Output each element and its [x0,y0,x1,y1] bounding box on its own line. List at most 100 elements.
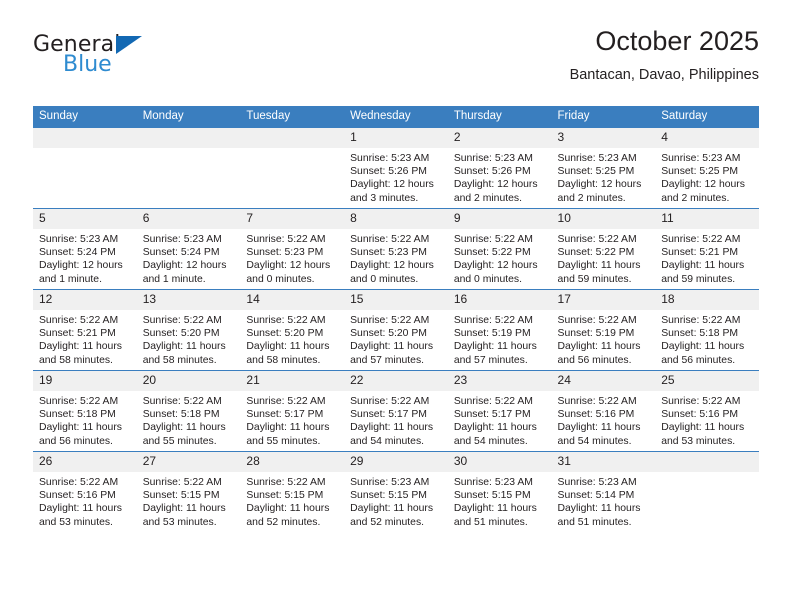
day-cell[interactable]: 6 Sunrise: 5:23 AM Sunset: 5:24 PM Daylight… [136,208,241,290]
daylight-text: Daylight: 11 hours and 56 minutes. [661,341,745,366]
day-details: Sunrise: 5:22 AM Sunset: 5:22 PM Daylight:… [448,229,552,286]
sunset-text: Sunset: 5:17 PM [350,409,427,421]
sunrise-text: Sunrise: 5:22 AM [246,315,326,326]
sunrise-text: Sunrise: 5:22 AM [453,396,533,407]
day-number: 8 [344,209,448,229]
day-cell[interactable]: 15 Sunrise: 5:22 AM Sunset: 5:20 PM Dayligh… [344,289,448,371]
sunset-text: Sunset: 5:14 PM [557,490,635,502]
day-number: 2 [447,128,552,148]
day-cell[interactable]: 13 Sunrise: 5:22 AM Sunset: 5:20 PM Dayligh… [136,289,241,371]
day-details: Sunrise: 5:22 AM Sunset: 5:15 PM Daylight:… [240,472,344,529]
day-number [33,128,137,148]
sunrise-sunset-calendar: Sunday Monday Tuesday Wednesday Thursday Frid… [33,106,759,532]
day-number: 31 [551,452,656,472]
sunset-text: Sunset: 5:19 PM [557,328,635,340]
day-cell-empty [240,127,345,209]
sunrise-text: Sunrise: 5:22 AM [142,315,222,326]
day-cell[interactable]: 19 Sunrise: 5:22 AM Sunset: 5:18 PM Dayligh… [33,370,137,452]
day-cell[interactable]: 21 Sunrise: 5:22 AM Sunset: 5:17 PM Dayligh… [240,370,345,452]
logo-text-blue: Blue [63,52,112,77]
sunrise-text: Sunrise: 5:22 AM [453,315,533,326]
calendar-header-row: Sunday Monday Tuesday Wednesday Thursday Frid… [33,106,759,128]
day-number: 3 [551,128,656,148]
daylight-text: Daylight: 11 hours and 59 minutes. [661,260,745,285]
sunset-text: Sunset: 5:15 PM [246,490,324,502]
sunrise-text: Sunrise: 5:23 AM [142,234,222,245]
daylight-text: Daylight: 11 hours and 54 minutes. [557,422,641,447]
day-cell[interactable]: 24 Sunrise: 5:22 AM Sunset: 5:16 PM Dayligh… [551,370,656,452]
sunrise-text: Sunrise: 5:22 AM [142,477,222,488]
day-cell[interactable]: 1 Sunrise: 5:23 AM Sunset: 5:26 PM Daylight… [344,127,448,209]
calendar-week-row: 1 Sunrise: 5:23 AM Sunset: 5:26 PM Daylight… [33,127,759,209]
day-cell[interactable]: 16 Sunrise: 5:22 AM Sunset: 5:19 PM Dayligh… [447,289,552,371]
daylight-text: Daylight: 12 hours and 2 minutes. [661,179,745,204]
sunset-text: Sunset: 5:25 PM [557,166,635,178]
day-cell[interactable]: 3 Sunrise: 5:23 AM Sunset: 5:25 PM Daylight… [551,127,656,209]
day-cell[interactable]: 29 Sunrise: 5:23 AM Sunset: 5:15 PM Dayligh… [344,451,448,532]
daylight-text: Daylight: 11 hours and 53 minutes. [661,422,745,447]
day-number: 11 [655,209,759,229]
daylight-text: Daylight: 11 hours and 52 minutes. [246,503,330,528]
sunset-text: Sunset: 5:15 PM [142,490,220,502]
day-details: Sunrise: 5:22 AM Sunset: 5:17 PM Daylight:… [240,391,344,448]
day-cell[interactable]: 2 Sunrise: 5:23 AM Sunset: 5:26 PM Daylight… [447,127,552,209]
sunrise-text: Sunrise: 5:22 AM [661,396,741,407]
day-cell[interactable]: 12 Sunrise: 5:22 AM Sunset: 5:21 PM Dayligh… [33,289,137,371]
day-cell[interactable]: 30 Sunrise: 5:23 AM Sunset: 5:15 PM Dayligh… [447,451,552,532]
sunrise-text: Sunrise: 5:22 AM [557,396,637,407]
day-details: Sunrise: 5:22 AM Sunset: 5:20 PM Daylight:… [137,310,241,367]
sunrise-text: Sunrise: 5:22 AM [557,234,637,245]
day-cell[interactable]: 20 Sunrise: 5:22 AM Sunset: 5:18 PM Dayligh… [136,370,241,452]
sunrise-text: Sunrise: 5:22 AM [39,396,119,407]
day-cell[interactable]: 9 Sunrise: 5:22 AM Sunset: 5:22 PM Daylight… [447,208,552,290]
sunset-text: Sunset: 5:21 PM [661,247,739,259]
day-details: Sunrise: 5:22 AM Sunset: 5:18 PM Daylight:… [655,310,759,367]
calendar-page: General Blue October 2025 Bantacan, Dava… [0,0,792,612]
sunset-text: Sunset: 5:23 PM [246,247,324,259]
daylight-text: Daylight: 11 hours and 57 minutes. [453,341,537,366]
day-details: Sunrise: 5:22 AM Sunset: 5:18 PM Daylight:… [137,391,241,448]
sunset-text: Sunset: 5:16 PM [39,490,116,502]
day-details: Sunrise: 5:23 AM Sunset: 5:15 PM Daylight:… [448,472,552,529]
day-number: 20 [136,371,241,391]
day-cell[interactable]: 17 Sunrise: 5:22 AM Sunset: 5:19 PM Dayligh… [551,289,656,371]
day-details: Sunrise: 5:22 AM Sunset: 5:21 PM Daylight:… [33,310,137,367]
day-cell[interactable]: 14 Sunrise: 5:22 AM Sunset: 5:20 PM Dayligh… [240,289,345,371]
day-cell[interactable]: 25 Sunrise: 5:22 AM Sunset: 5:16 PM Dayligh… [655,370,759,452]
day-cell[interactable]: 18 Sunrise: 5:22 AM Sunset: 5:18 PM Dayligh… [655,289,759,371]
day-cell[interactable]: 10 Sunrise: 5:22 AM Sunset: 5:22 PM Dayligh… [551,208,656,290]
sunrise-text: Sunrise: 5:23 AM [350,153,430,164]
day-cell[interactable]: 4 Sunrise: 5:23 AM Sunset: 5:25 PM Daylight… [655,127,759,209]
day-cell[interactable]: 22 Sunrise: 5:22 AM Sunset: 5:17 PM Dayligh… [344,370,448,452]
day-details: Sunrise: 5:22 AM Sunset: 5:18 PM Daylight:… [33,391,137,448]
sunrise-text: Sunrise: 5:22 AM [661,315,741,326]
weekday-header-monday: Monday [136,106,241,128]
day-cell[interactable]: 27 Sunrise: 5:22 AM Sunset: 5:15 PM Dayligh… [136,451,241,532]
day-number: 30 [447,452,552,472]
sunrise-text: Sunrise: 5:22 AM [453,234,533,245]
sunset-text: Sunset: 5:16 PM [557,409,635,421]
sunset-text: Sunset: 5:21 PM [39,328,116,340]
daylight-text: Daylight: 11 hours and 55 minutes. [246,422,330,447]
day-number: 4 [655,128,759,148]
day-cell[interactable]: 7 Sunrise: 5:22 AM Sunset: 5:23 PM Daylight… [240,208,345,290]
day-details: Sunrise: 5:23 AM Sunset: 5:15 PM Daylight:… [344,472,448,529]
day-cell[interactable]: 8 Sunrise: 5:22 AM Sunset: 5:23 PM Daylight… [344,208,448,290]
day-cell[interactable]: 26 Sunrise: 5:22 AM Sunset: 5:16 PM Dayligh… [33,451,137,532]
calendar-week-row: 26 Sunrise: 5:22 AM Sunset: 5:16 PM Dayligh… [33,451,759,532]
day-cell[interactable]: 11 Sunrise: 5:22 AM Sunset: 5:21 PM Dayligh… [655,208,759,290]
day-number: 27 [136,452,241,472]
day-cell[interactable]: 23 Sunrise: 5:22 AM Sunset: 5:17 PM Dayligh… [447,370,552,452]
day-number: 14 [240,290,345,310]
day-details: Sunrise: 5:23 AM Sunset: 5:26 PM Daylight:… [448,148,552,205]
day-number: 16 [447,290,552,310]
day-number: 6 [136,209,241,229]
sunset-text: Sunset: 5:20 PM [246,328,324,340]
day-cell[interactable]: 28 Sunrise: 5:22 AM Sunset: 5:15 PM Dayligh… [240,451,345,532]
day-number: 26 [33,452,137,472]
day-number: 13 [136,290,241,310]
sunrise-text: Sunrise: 5:22 AM [246,396,326,407]
day-cell[interactable]: 5 Sunrise: 5:23 AM Sunset: 5:24 PM Daylight… [33,208,137,290]
weekday-header-wednesday: Wednesday [344,106,448,128]
day-cell[interactable]: 31 Sunrise: 5:23 AM Sunset: 5:14 PM Dayligh… [551,451,656,532]
